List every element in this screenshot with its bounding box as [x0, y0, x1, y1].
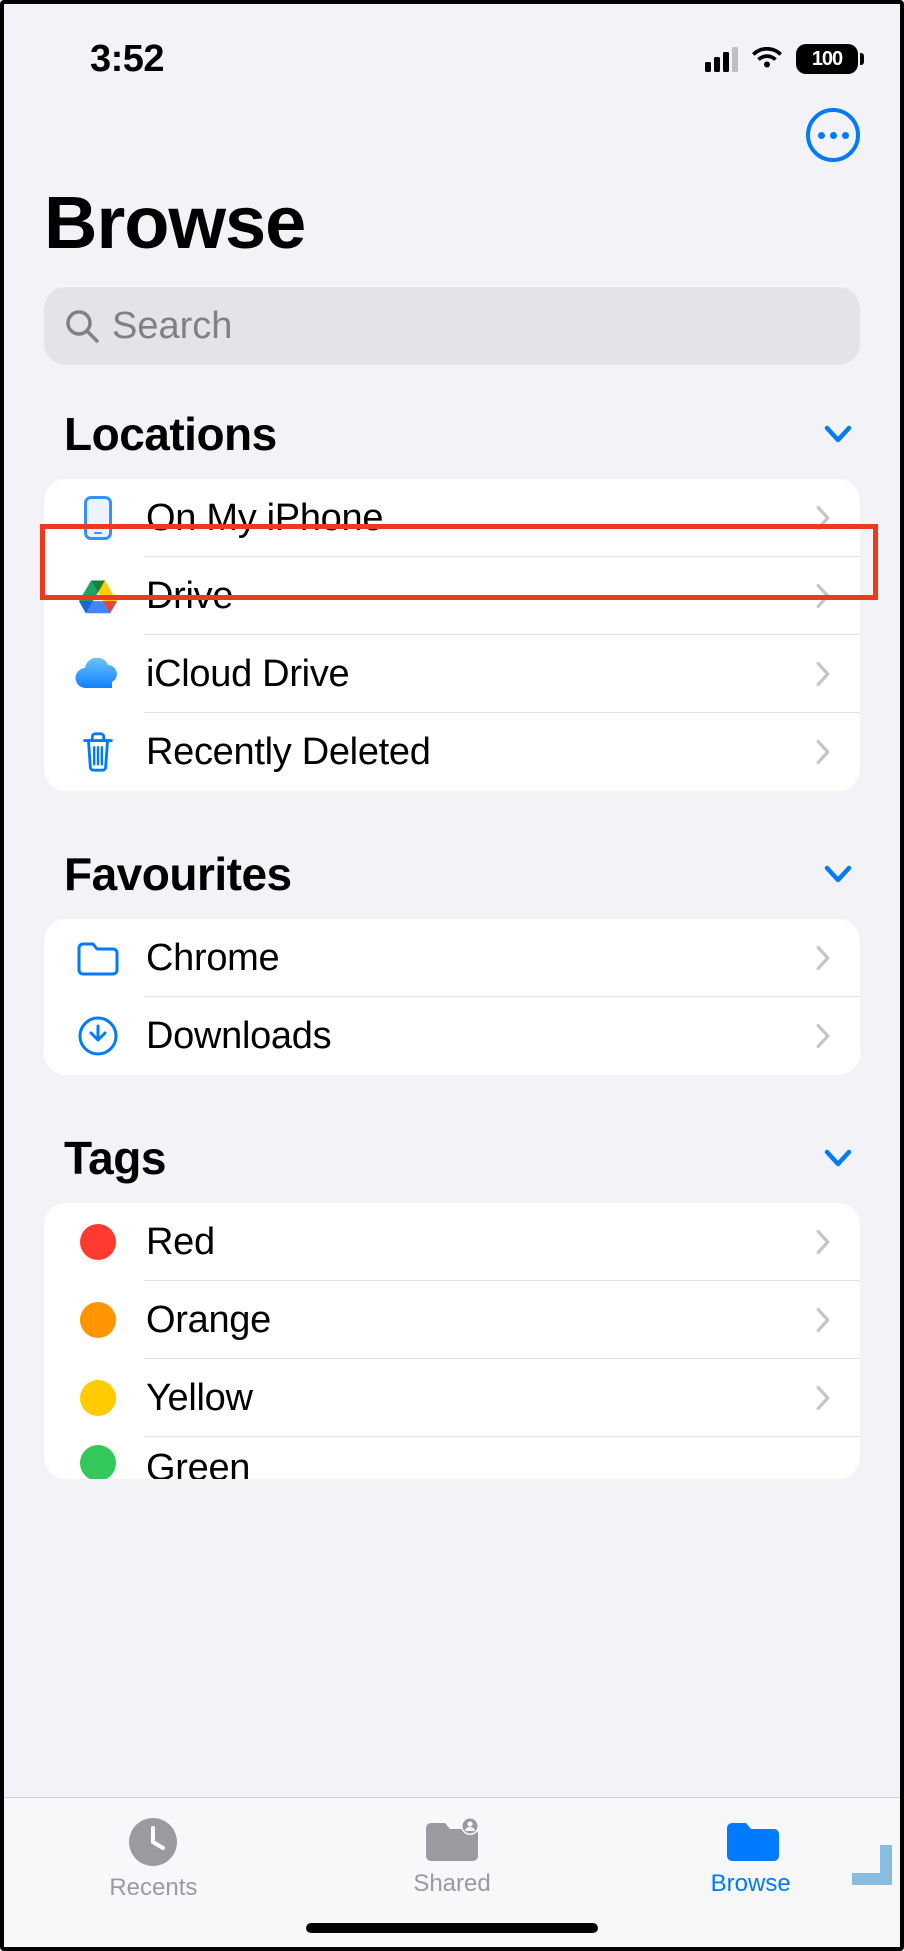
- status-indicators: 100: [705, 44, 858, 74]
- folder-icon: [721, 1816, 781, 1864]
- list-item-label: Recently Deleted: [130, 731, 812, 774]
- battery-level: 100: [812, 48, 842, 71]
- watermark: [852, 1845, 892, 1885]
- tag-yellow[interactable]: Yellow: [44, 1359, 860, 1437]
- locations-list: On My iPhone Drive: [44, 479, 860, 791]
- favourites-list: Chrome Downloads: [44, 919, 860, 1075]
- tag-color-dot: [66, 1224, 130, 1260]
- location-recently-deleted[interactable]: Recently Deleted: [44, 713, 860, 791]
- favourites-header[interactable]: Favourites: [4, 847, 900, 919]
- tag-green[interactable]: Green: [44, 1437, 860, 1479]
- chevron-right-icon: [812, 1302, 834, 1338]
- google-drive-icon: [66, 577, 130, 615]
- chevron-right-icon: [812, 1380, 834, 1416]
- tag-color-dot: [66, 1302, 130, 1338]
- search-field[interactable]: [44, 287, 860, 365]
- locations-title: Locations: [64, 407, 277, 461]
- page-title: Browse: [4, 162, 900, 287]
- wifi-icon: [750, 47, 784, 71]
- favourite-chrome[interactable]: Chrome: [44, 919, 860, 997]
- favourites-title: Favourites: [64, 847, 292, 901]
- chevron-right-icon: [812, 1224, 834, 1260]
- more-options-button[interactable]: [806, 108, 860, 162]
- folder-icon: [66, 940, 130, 976]
- tab-recents[interactable]: Recents: [4, 1798, 303, 1947]
- tag-color-dot: [66, 1380, 130, 1416]
- chevron-right-icon: [812, 500, 834, 536]
- search-icon: [64, 308, 100, 344]
- iphone-icon: [66, 496, 130, 540]
- list-item-label: On My iPhone: [130, 497, 812, 540]
- chevron-down-icon[interactable]: [822, 1142, 854, 1174]
- clock-icon: [127, 1816, 179, 1868]
- tag-orange[interactable]: Orange: [44, 1281, 860, 1359]
- chevron-right-icon: [812, 1018, 834, 1054]
- list-item-label: Chrome: [130, 937, 812, 980]
- list-item-label: Downloads: [130, 1015, 812, 1058]
- tag-color-dot: [66, 1445, 130, 1479]
- home-indicator: [306, 1923, 598, 1933]
- trash-icon: [66, 731, 130, 773]
- chevron-down-icon[interactable]: [822, 418, 854, 450]
- tags-title: Tags: [64, 1131, 166, 1185]
- chevron-right-icon: [812, 656, 834, 692]
- location-on-my-iphone[interactable]: On My iPhone: [44, 479, 860, 557]
- status-time: 3:52: [90, 38, 164, 81]
- download-icon: [66, 1015, 130, 1057]
- list-item-label: Green: [130, 1447, 834, 1480]
- tag-red[interactable]: Red: [44, 1203, 860, 1281]
- status-bar: 3:52 100: [4, 4, 900, 84]
- tags-list: Red Orange Yellow Green: [44, 1203, 860, 1479]
- cellular-signal-icon: [705, 46, 738, 72]
- list-item-label: Drive: [130, 575, 812, 618]
- tab-label: Shared: [413, 1870, 490, 1898]
- favourite-downloads[interactable]: Downloads: [44, 997, 860, 1075]
- list-item-label: iCloud Drive: [130, 653, 812, 696]
- list-item-label: Yellow: [130, 1377, 812, 1420]
- tab-label: Browse: [711, 1870, 791, 1898]
- search-input[interactable]: [112, 305, 840, 348]
- chevron-down-icon[interactable]: [822, 858, 854, 890]
- shared-folder-icon: [420, 1816, 484, 1864]
- chevron-right-icon: [812, 734, 834, 770]
- list-item-label: Red: [130, 1221, 812, 1264]
- list-item-label: Orange: [130, 1299, 812, 1342]
- icloud-icon: [66, 658, 130, 690]
- chevron-right-icon: [812, 578, 834, 614]
- chevron-right-icon: [812, 940, 834, 976]
- location-icloud-drive[interactable]: iCloud Drive: [44, 635, 860, 713]
- battery-indicator: 100: [796, 44, 858, 74]
- locations-header[interactable]: Locations: [4, 407, 900, 479]
- tab-label: Recents: [109, 1874, 197, 1902]
- tags-header[interactable]: Tags: [4, 1131, 900, 1203]
- location-drive[interactable]: Drive: [44, 557, 860, 635]
